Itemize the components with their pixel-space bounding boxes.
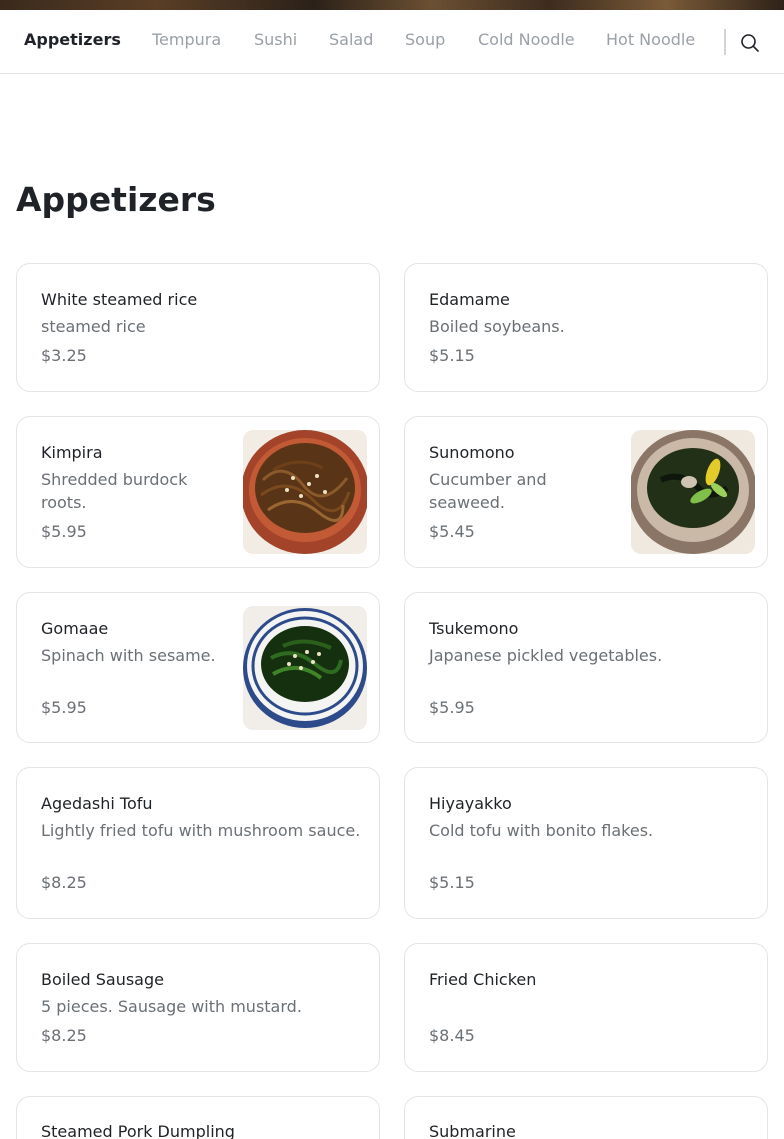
item-price: $8.45 xyxy=(429,1026,475,1045)
hero-image-strip xyxy=(0,0,784,10)
tab-hot-noodle[interactable]: Hot Noodle xyxy=(606,30,695,49)
menu-item-card[interactable]: Fried Chicken $8.45 xyxy=(404,943,768,1072)
item-description: Boiled soybeans. xyxy=(429,317,565,336)
item-name: Gomaae xyxy=(41,619,109,638)
item-price: $3.25 xyxy=(41,346,87,365)
item-description: Lightly fried tofu with mushroom sauce. xyxy=(41,821,361,840)
item-name: Edamame xyxy=(429,290,510,309)
menu-item-card[interactable]: Edamame Boiled soybeans. $5.15 xyxy=(404,263,768,392)
menu-item-card[interactable]: Kimpira Shredded burdock roots. $5.95 xyxy=(16,416,380,568)
menu-item-card[interactable]: Boiled Sausage 5 pieces. Sausage with mu… xyxy=(16,943,380,1072)
search-button[interactable] xyxy=(738,31,762,55)
item-price: $5.95 xyxy=(429,698,475,717)
item-price: $5.95 xyxy=(41,522,87,541)
cucumber-seaweed-bowl-image xyxy=(631,430,755,554)
item-name: Sunomono xyxy=(429,443,515,462)
search-icon xyxy=(741,34,759,52)
item-description: Japanese pickled vegetables. xyxy=(429,646,663,665)
menu-item-card[interactable]: Agedashi Tofu Lightly fried tofu with mu… xyxy=(16,767,380,919)
section-title: Appetizers xyxy=(16,180,216,219)
burdock-root-bowl-image xyxy=(243,430,367,554)
item-price: $5.15 xyxy=(429,346,475,365)
menu-item-card[interactable]: Sunomono Cucumber and seaweed. $5.45 xyxy=(404,416,768,568)
item-description: Spinach with sesame. xyxy=(41,646,216,665)
item-price: $5.15 xyxy=(429,873,475,892)
tab-salad[interactable]: Salad xyxy=(329,30,373,49)
item-name: Tsukemono xyxy=(429,619,519,638)
item-price: $5.45 xyxy=(429,522,475,541)
tab-divider xyxy=(724,29,726,55)
item-name: Fried Chicken xyxy=(429,970,537,989)
item-description: Cold tofu with bonito flakes. xyxy=(429,821,654,840)
menu-item-card[interactable]: Tsukemono Japanese pickled vegetables. $… xyxy=(404,592,768,743)
item-description: 5 pieces. Sausage with mustard. xyxy=(41,997,302,1016)
menu-item-card[interactable]: Hiyayakko Cold tofu with bonito flakes. … xyxy=(404,767,768,919)
spinach-sesame-bowl-image xyxy=(243,606,367,730)
item-name: White steamed rice xyxy=(41,290,198,309)
category-tab-bar: Appetizers Tempura Sushi Salad Soup Cold… xyxy=(0,10,784,74)
tab-tempura[interactable]: Tempura xyxy=(152,30,221,49)
menu-item-card[interactable]: Gomaae Spinach with sesame. $5.95 xyxy=(16,592,380,743)
item-price: $5.95 xyxy=(41,698,87,717)
tab-appetizers[interactable]: Appetizers xyxy=(24,30,121,49)
item-description: steamed rice xyxy=(41,317,146,336)
item-price: $8.25 xyxy=(41,873,87,892)
item-name: Submarine xyxy=(429,1122,516,1139)
tab-soup[interactable]: Soup xyxy=(405,30,445,49)
item-description: Shredded burdock roots. xyxy=(41,470,188,512)
tab-sushi[interactable]: Sushi xyxy=(254,30,297,49)
item-name: Steamed Pork Dumpling xyxy=(41,1122,235,1139)
menu-item-card[interactable]: Submarine xyxy=(404,1096,768,1139)
menu-item-card[interactable]: Steamed Pork Dumpling xyxy=(16,1096,380,1139)
item-name: Boiled Sausage xyxy=(41,970,164,989)
item-price: $8.25 xyxy=(41,1026,87,1045)
item-name: Kimpira xyxy=(41,443,103,462)
menu-item-card[interactable]: White steamed rice steamed rice $3.25 xyxy=(16,263,380,392)
item-name: Agedashi Tofu xyxy=(41,794,153,813)
tab-cold-noodle[interactable]: Cold Noodle xyxy=(478,30,575,49)
item-name: Hiyayakko xyxy=(429,794,512,813)
item-description: Cucumber and seaweed. xyxy=(429,470,547,512)
